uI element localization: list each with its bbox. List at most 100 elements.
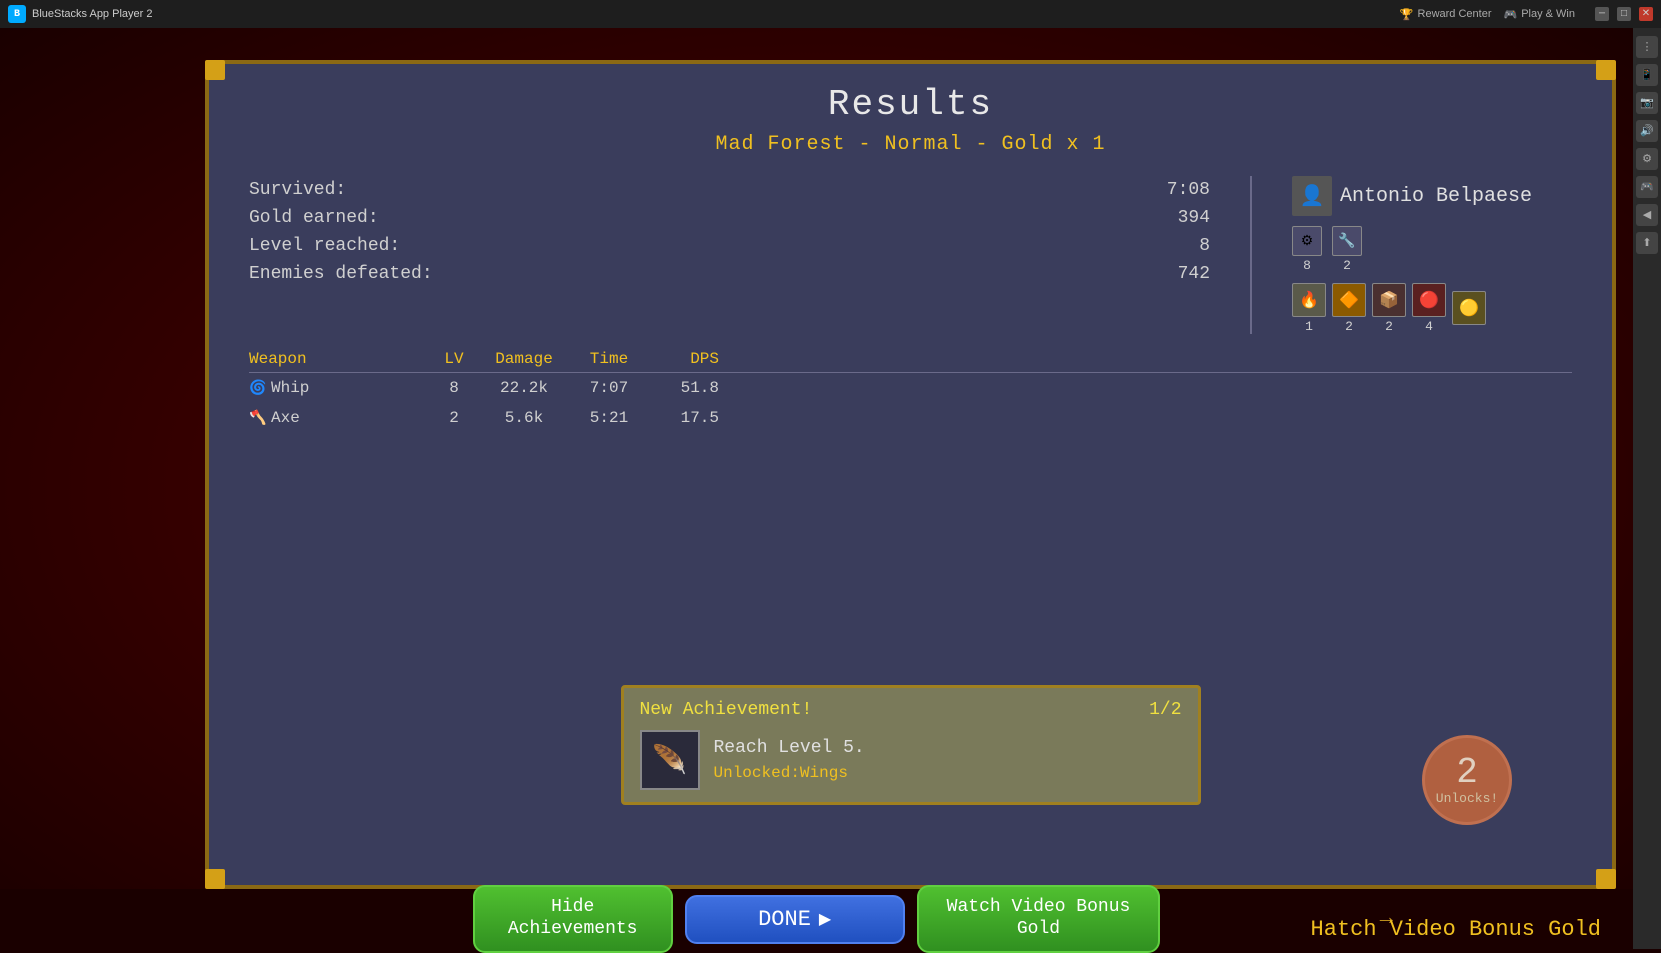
whip-dps: 51.8	[649, 379, 719, 397]
axe-time: 5:21	[569, 409, 649, 427]
whip-damage: 22.2k	[479, 379, 569, 397]
sidebar-icon-1[interactable]: ⋮	[1636, 36, 1658, 58]
gold-label: Gold earned:	[249, 208, 379, 228]
character-name: Antonio Belpaese	[1340, 185, 1532, 208]
enemies-row: Enemies defeated: 742	[249, 260, 1210, 288]
item-count-3: 2	[1385, 319, 1393, 334]
item-count-4: 4	[1425, 319, 1433, 334]
gold-row: Gold earned: 394	[249, 204, 1210, 232]
achievement-panel: New Achievement! 1/2 🪶 Reach Level 5. Un…	[621, 685, 1201, 805]
whip-name: Whip	[271, 379, 429, 397]
item-slot-1: 🔥 1	[1292, 283, 1326, 334]
play-win-btn[interactable]: 🎮 Play & Win	[1504, 8, 1576, 21]
achievement-body: 🪶 Reach Level 5. Unlocked:Wings	[640, 730, 1182, 790]
character-section: 👤 Antonio Belpaese ⚙ 8 🔧 2 🔥 1	[1292, 176, 1572, 334]
achievement-page: 1/2	[1149, 700, 1181, 720]
stats-left: Survived: 7:08 Gold earned: 394 Level re…	[249, 176, 1210, 334]
titlebar: B BlueStacks App Player 2 🏆 Reward Cente…	[0, 0, 1661, 28]
play-icon: 🎮	[1504, 8, 1518, 21]
maximize-btn[interactable]: □	[1617, 7, 1631, 21]
whip-icon: 🌀	[249, 380, 271, 397]
sidebar-icon-8[interactable]: ⬆	[1636, 232, 1658, 254]
header-time: Time	[569, 350, 649, 368]
sidebar-icon-5[interactable]: ⚙	[1636, 148, 1658, 170]
app-logo: B	[8, 5, 26, 23]
axe-damage: 5.6k	[479, 409, 569, 427]
axe-lv: 2	[429, 409, 479, 427]
weapon-row-whip: 🌀 Whip 8 22.2k 7:07 51.8	[249, 373, 1572, 403]
unlocks-number: 2	[1456, 755, 1478, 791]
header-lv: LV	[429, 350, 479, 368]
stats-section: Survived: 7:08 Gold earned: 394 Level re…	[209, 156, 1612, 334]
survived-label: Survived:	[249, 180, 346, 200]
axe-dps: 17.5	[649, 409, 719, 427]
corner-tr	[1596, 60, 1616, 80]
gear-row: ⚙ 8 🔧 2	[1292, 226, 1572, 273]
item-icon-5: 🟡	[1452, 291, 1486, 325]
item-icon-3: 📦	[1372, 283, 1406, 317]
sidebar-icon-2[interactable]: 📱	[1636, 64, 1658, 86]
weapon-row-axe: 🪓 Axe 2 5.6k 5:21 17.5	[249, 403, 1572, 433]
whip-time: 7:07	[569, 379, 649, 397]
reward-icon: 🏆	[1400, 8, 1414, 21]
results-subtitle: Mad Forest - Normal - Gold x 1	[209, 125, 1612, 156]
level-label: Level reached:	[249, 236, 400, 256]
game-window: Results Mad Forest - Normal - Gold x 1 S…	[205, 60, 1616, 889]
hatch-bonus-line1: Hatch Video Bonus Gold	[1311, 917, 1601, 942]
sidebar-icon-6[interactable]: 🎮	[1636, 176, 1658, 198]
watch-video-button[interactable]: Watch Video BonusGold	[917, 885, 1161, 952]
achievement-text: Reach Level 5. Unlocked:Wings	[714, 738, 865, 782]
item-slot-4: 🔴 4	[1412, 283, 1446, 334]
header-dps: DPS	[649, 350, 719, 368]
item-slot-3: 📦 2	[1372, 283, 1406, 334]
whip-lv: 8	[429, 379, 479, 397]
achievement-unlock: Unlocked:Wings	[714, 764, 865, 782]
character-sprite: 👤	[1292, 176, 1332, 216]
corner-tl	[205, 60, 225, 80]
header-damage: Damage	[479, 350, 569, 368]
item-icon-2: 🔶	[1332, 283, 1366, 317]
item-count-2: 2	[1345, 319, 1353, 334]
results-title: Results	[209, 64, 1612, 125]
reward-center-btn[interactable]: 🏆 Reward Center	[1400, 8, 1492, 21]
weapon-table: Weapon LV Damage Time DPS 🌀 Whip 8 22.2k…	[209, 334, 1612, 433]
gear-icon-1: ⚙	[1292, 226, 1322, 256]
gear-count-1: 8	[1303, 258, 1311, 273]
achievement-icon: 🪶	[640, 730, 700, 790]
achievement-header: New Achievement! 1/2	[640, 700, 1182, 720]
survived-row: Survived: 7:08	[249, 176, 1210, 204]
unlocks-text: Unlocks!	[1436, 791, 1498, 806]
done-button[interactable]: DONE ▶	[685, 895, 905, 944]
hatch-video-bonus-text: Hatch Video Bonus Gold	[1311, 916, 1601, 949]
corner-br	[1596, 869, 1616, 889]
app-title: BlueStacks App Player 2	[32, 8, 1400, 20]
unlocks-badge: 2 Unlocks!	[1422, 735, 1512, 825]
weapon-header: Weapon LV Damage Time DPS	[249, 350, 1572, 373]
item-slot-2: 🔶 2	[1332, 283, 1366, 334]
item-slot-5: 🟡	[1452, 291, 1486, 327]
stats-divider	[1250, 176, 1252, 334]
sidebar-icon-7[interactable]: ◀	[1636, 204, 1658, 226]
enemies-label: Enemies defeated:	[249, 264, 433, 284]
titlebar-right: 🏆 Reward Center 🎮 Play & Win ─ □ ✕	[1400, 7, 1653, 21]
achievement-description: Reach Level 5.	[714, 738, 865, 758]
survived-value: 7:08	[1167, 180, 1210, 200]
gear-count-2: 2	[1343, 258, 1351, 273]
window-controls: ─ □ ✕	[1595, 7, 1653, 21]
hide-achievements-button[interactable]: HideAchievements	[473, 885, 673, 952]
gear-item-1: ⚙ 8	[1292, 226, 1322, 273]
character-name-row: 👤 Antonio Belpaese	[1292, 176, 1572, 216]
header-weapon: Weapon	[249, 350, 429, 368]
item-icon-4: 🔴	[1412, 283, 1446, 317]
sidebar-icon-3[interactable]: 📷	[1636, 92, 1658, 114]
close-btn[interactable]: ✕	[1639, 7, 1653, 21]
level-value: 8	[1199, 236, 1210, 256]
minimize-btn[interactable]: ─	[1595, 7, 1609, 21]
sidebar-icon-4[interactable]: 🔊	[1636, 120, 1658, 142]
item-count-1: 1	[1305, 319, 1313, 334]
items-row: 🔥 1 🔶 2 📦 2 🔴 4 🟡	[1292, 283, 1572, 334]
gear-icon-2: 🔧	[1332, 226, 1362, 256]
level-row: Level reached: 8	[249, 232, 1210, 260]
right-sidebar: ⋮ 📱 📷 🔊 ⚙ 🎮 ◀ ⬆	[1633, 28, 1661, 949]
done-label: DONE	[758, 907, 811, 932]
